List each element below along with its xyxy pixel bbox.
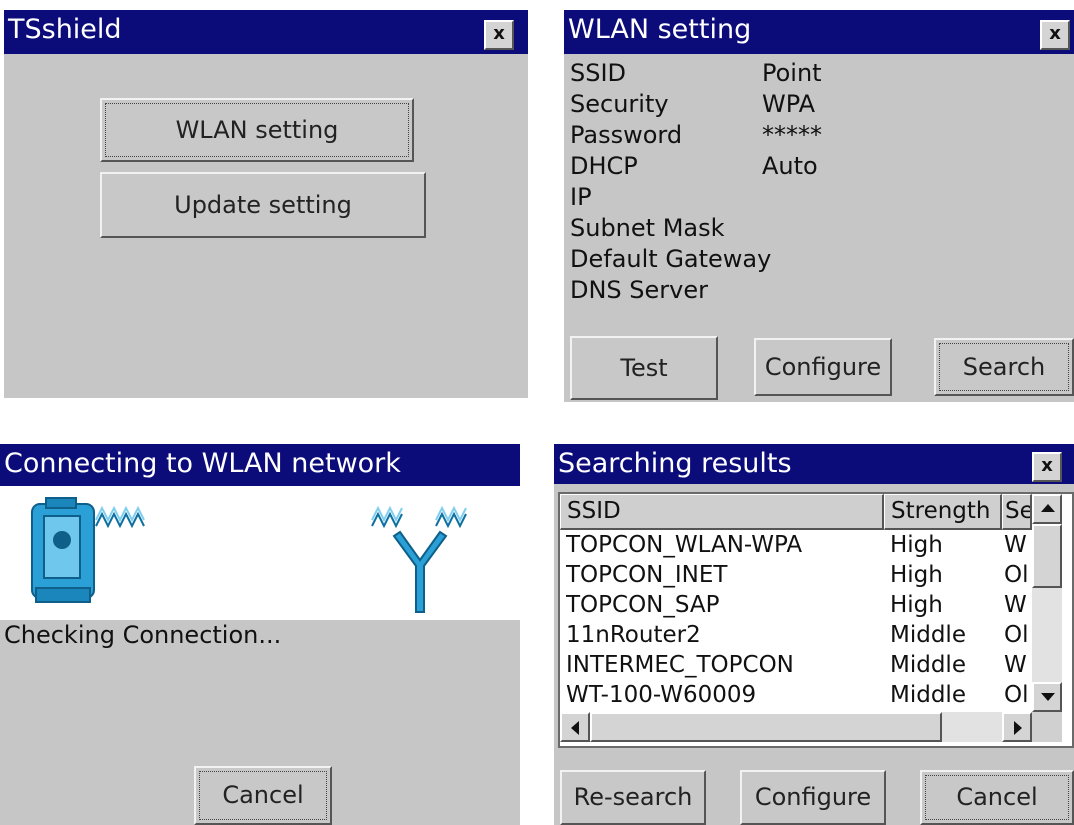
connecting-titlebar: Connecting to WLAN network — [0, 444, 520, 486]
column-header-ssid[interactable]: SSID — [560, 494, 884, 530]
cancel-button[interactable]: Cancel — [194, 766, 332, 825]
cell-strength: Middle — [890, 682, 966, 708]
cell-strength: Middle — [890, 652, 966, 678]
cell-ssid: TOPCON_SAP — [566, 592, 720, 618]
close-button[interactable]: x — [1040, 20, 1070, 50]
connection-status: Checking Connection... — [4, 621, 282, 649]
cell-strength: Middle — [890, 622, 966, 648]
cell-security: W — [1004, 532, 1027, 558]
total-station-icon — [31, 497, 145, 603]
tsshield-titlebar: TSshield — [4, 10, 528, 54]
tsshield-title: TSshield — [8, 14, 122, 45]
cell-ssid: INTERMEC_TOPCON — [566, 652, 794, 678]
vertical-scrollbar[interactable] — [1032, 494, 1062, 712]
wlan-title: WLAN setting — [568, 14, 752, 45]
configure-button[interactable]: Configure — [740, 770, 886, 825]
cell-ssid: WT-100-W60009 — [566, 682, 757, 708]
cell-strength: High — [890, 592, 943, 618]
cell-strength: High — [890, 562, 943, 588]
field-label: SSID — [570, 59, 627, 87]
field-value: Auto — [762, 152, 818, 180]
wlan-setting-button[interactable]: WLAN setting — [100, 98, 414, 162]
column-header-strength[interactable]: Strength — [884, 494, 1002, 530]
search-results-window: Searching results x SSID Strength Se TOP… — [554, 444, 1074, 825]
connecting-window: Connecting to WLAN network Checking Conn… — [0, 444, 520, 825]
table-row[interactable]: 11nRouter2 Middle Ol — [560, 620, 1032, 650]
research-button[interactable]: Re-search — [560, 770, 706, 825]
cell-ssid: 11nRouter2 — [566, 622, 701, 648]
search-titlebar: Searching results — [554, 444, 1074, 484]
close-button[interactable]: x — [484, 20, 514, 50]
arrow-left-icon — [571, 721, 579, 735]
field-label: Password — [570, 121, 683, 149]
scroll-up-button[interactable] — [1032, 494, 1062, 524]
cell-ssid: TOPCON_WLAN-WPA — [566, 532, 803, 558]
cell-ssid: TOPCON_INET — [566, 562, 728, 588]
test-button[interactable]: Test — [570, 336, 718, 400]
horizontal-scroll-thumb[interactable] — [590, 712, 942, 742]
scroll-down-button[interactable] — [1032, 682, 1062, 712]
column-header-security[interactable]: Se — [1002, 494, 1032, 530]
scroll-right-button[interactable] — [1002, 712, 1032, 742]
field-label: Default Gateway — [570, 245, 772, 273]
field-label: DNS Server — [570, 276, 708, 304]
field-label: IP — [570, 183, 592, 211]
field-value: ***** — [762, 121, 822, 149]
cell-security: W — [1004, 592, 1027, 618]
field-label: DHCP — [570, 152, 638, 180]
field-label: Subnet Mask — [570, 214, 725, 242]
search-title: Searching results — [558, 448, 792, 479]
update-setting-button[interactable]: Update setting — [100, 172, 426, 238]
close-button[interactable]: x — [1032, 452, 1062, 482]
cell-security: Ol — [1004, 622, 1029, 648]
table-row[interactable]: TOPCON_WLAN-WPA High W — [560, 530, 1032, 560]
cell-security: Ol — [1004, 562, 1029, 588]
wlan-titlebar: WLAN setting — [564, 10, 1074, 54]
scroll-left-button[interactable] — [560, 712, 590, 742]
horizontal-scrollbar[interactable] — [560, 712, 1032, 742]
cell-strength: High — [890, 532, 943, 558]
field-label: Security — [570, 90, 669, 118]
scrollbar-corner — [1032, 712, 1062, 742]
wifi-antenna-icon — [371, 505, 467, 613]
table-row[interactable]: WT-100-W60009 Middle Ol — [560, 680, 1032, 710]
field-value: WPA — [762, 90, 816, 118]
arrow-up-icon — [1041, 504, 1055, 512]
cell-security: W — [1004, 652, 1027, 678]
search-button[interactable]: Search — [934, 338, 1074, 396]
configure-button[interactable]: Configure — [754, 338, 892, 396]
field-value: Point — [762, 59, 822, 87]
wlan-setting-window: WLAN setting x SSID Point Security WPA Passw… — [564, 10, 1074, 402]
animation-panel — [0, 486, 520, 620]
table-row[interactable]: TOPCON_SAP High W — [560, 590, 1032, 620]
cancel-button[interactable]: Cancel — [920, 770, 1074, 825]
results-list[interactable]: SSID Strength Se TOPCON_WLAN-WPA High W TOP… — [558, 492, 1074, 748]
connecting-title: Connecting to WLAN network — [4, 448, 401, 479]
tsshield-window: TSshield x WLAN setting Update setting — [4, 10, 528, 398]
cell-security: Ol — [1004, 682, 1029, 708]
table-row[interactable]: TOPCON_INET High Ol — [560, 560, 1032, 590]
table-row[interactable]: INTERMEC_TOPCON Middle W — [560, 650, 1032, 680]
arrow-right-icon — [1014, 721, 1022, 735]
arrow-down-icon — [1041, 693, 1055, 701]
scroll-thumb[interactable] — [1032, 524, 1062, 588]
